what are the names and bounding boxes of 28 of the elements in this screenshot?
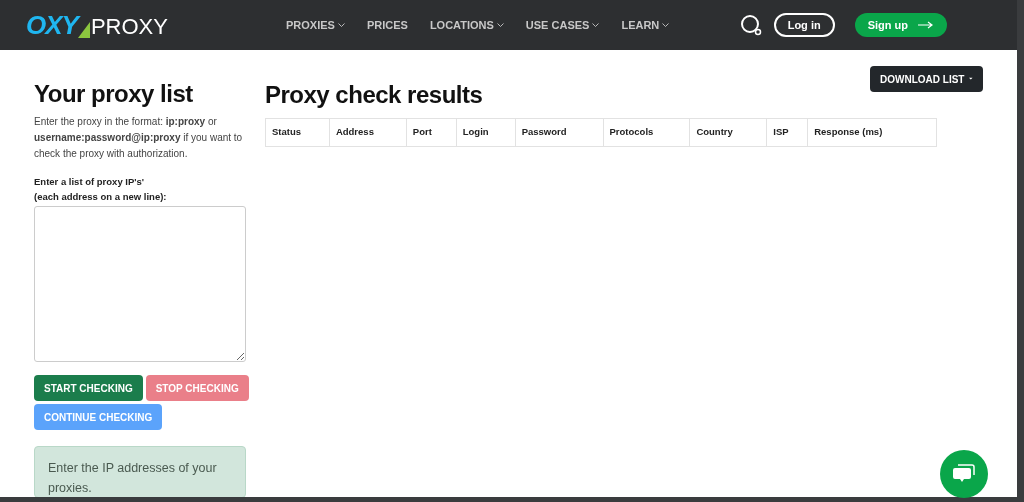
nav-link[interactable]: PRICES <box>366 16 408 34</box>
proxy-list-field[interactable] <box>34 206 246 362</box>
column-header: Country <box>689 118 767 147</box>
column-header: Port <box>406 118 457 147</box>
results-heading: Proxy check results <box>265 83 483 107</box>
column-header: ISP <box>766 118 808 147</box>
column-header: Response (ms) <box>807 118 937 147</box>
format-instructions: Enter the proxy in the format: ip:proxy or username:password@ip:proxy if you want to check the proxy with authorization. <box>34 115 244 161</box>
start-checking-button[interactable]: START CHECKING <box>34 375 143 401</box>
column-header: Password <box>515 118 603 147</box>
nav-link[interactable]: USE CASES <box>525 16 600 34</box>
nav-link[interactable]: LOCATIONS <box>429 16 504 34</box>
download-list-button[interactable]: DOWNLOAD LIST <box>870 66 983 92</box>
logo-word[interactable]: PROXY <box>90 16 168 38</box>
column-header: Protocols <box>603 118 690 147</box>
column-header: Address <box>329 118 407 147</box>
page-heading: Your proxy list <box>34 82 194 106</box>
nav-link[interactable]: LEARN <box>621 16 670 34</box>
arrow-right-icon <box>918 21 934 29</box>
search-icon[interactable] <box>739 14 762 36</box>
field-label: Enter a list of proxy IP's' <box>34 175 146 189</box>
column-header: Status <box>265 118 330 147</box>
caret-icon <box>969 77 973 81</box>
column-header: Login <box>456 118 516 147</box>
notice-text: Enter the IP addresses of your proxies. <box>48 460 218 497</box>
nav-link[interactable]: PROXIES <box>286 16 345 34</box>
login-button[interactable]: Log in <box>773 13 835 37</box>
field-hint: (each address on a new line): <box>34 190 168 204</box>
